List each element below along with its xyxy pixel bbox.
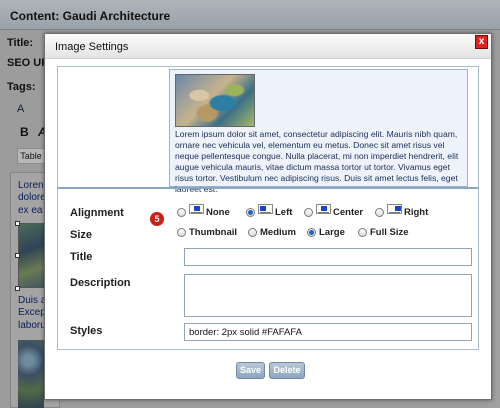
align-left-label[interactable]: Left	[275, 207, 292, 218]
align-right-icon	[387, 204, 402, 214]
preview-text: Lorem ipsum dolor sit amet, consectetur …	[175, 129, 459, 194]
preview-image	[175, 74, 255, 127]
dialog-title: Image Settings	[55, 41, 129, 53]
resize-handle[interactable]	[15, 286, 20, 291]
size-medium-radio[interactable]	[248, 228, 257, 237]
content-header: Content: Gaudi Architecture	[0, 0, 500, 30]
seo-url-label: SEO UF	[7, 57, 48, 69]
size-fullsize-radio[interactable]	[358, 228, 367, 237]
align-none-label[interactable]: None	[206, 207, 230, 218]
styles-input[interactable]	[184, 323, 472, 341]
size-medium-label[interactable]: Medium	[260, 227, 296, 238]
size-fullsize-label[interactable]: Full Size	[370, 227, 409, 238]
align-left-icon	[258, 204, 273, 214]
align-center-radio[interactable]	[304, 208, 313, 217]
bold-button[interactable]: B	[20, 125, 29, 139]
size-thumbnail-radio[interactable]	[177, 228, 186, 237]
step-badge: 5	[150, 212, 164, 226]
save-button[interactable]: Save	[236, 362, 265, 379]
align-right-radio[interactable]	[375, 208, 384, 217]
image-settings-dialog: Image Settings x Lorem ipsum dolor sit a…	[44, 33, 492, 400]
alignment-label: Alignment	[70, 207, 124, 219]
resize-handle[interactable]	[15, 253, 20, 258]
content-title: Content: Gaudi Architecture	[10, 9, 171, 23]
delete-button[interactable]: Delete	[269, 362, 305, 379]
size-thumbnail-label[interactable]: Thumbnail	[189, 227, 237, 238]
editor-text-line: Duis a	[18, 295, 47, 306]
size-large-radio[interactable]	[307, 228, 316, 237]
divider	[58, 187, 478, 189]
image-preview: Lorem ipsum dolor sit amet, consectetur …	[169, 69, 468, 194]
title-field-label: Title	[70, 251, 93, 263]
align-right-label[interactable]: Right	[404, 207, 428, 218]
table-button[interactable]: Table	[17, 148, 45, 164]
align-center-icon	[316, 204, 331, 214]
editor-text-line: Loren	[18, 180, 44, 191]
size-label: Size	[70, 229, 93, 241]
tags-label: Tags:	[7, 81, 36, 93]
title-input[interactable]	[184, 248, 472, 266]
align-left-radio[interactable]	[246, 208, 255, 217]
dialog-titlebar[interactable]: Image Settings x	[45, 34, 491, 59]
settings-panel: Lorem ipsum dolor sit amet, consectetur …	[57, 66, 479, 350]
editor-image[interactable]	[18, 340, 44, 408]
align-none-icon	[189, 204, 204, 214]
editor-text-line: laboru	[18, 320, 46, 331]
align-none-radio[interactable]	[177, 208, 186, 217]
size-large-label[interactable]: Large	[319, 227, 345, 238]
font-color-icon[interactable]: A	[17, 103, 24, 115]
resize-handle[interactable]	[15, 221, 20, 226]
description-field-label: Description	[70, 277, 131, 289]
description-textarea[interactable]	[184, 274, 472, 317]
align-center-label[interactable]: Center	[333, 207, 363, 218]
editor-text-line: dolore	[18, 192, 46, 203]
editor-text-line: Excep	[18, 307, 46, 318]
title-label: Title:	[7, 37, 34, 49]
styles-field-label: Styles	[70, 325, 103, 337]
editor-text-line: ex ea	[18, 205, 43, 216]
close-button[interactable]: x	[475, 35, 488, 49]
